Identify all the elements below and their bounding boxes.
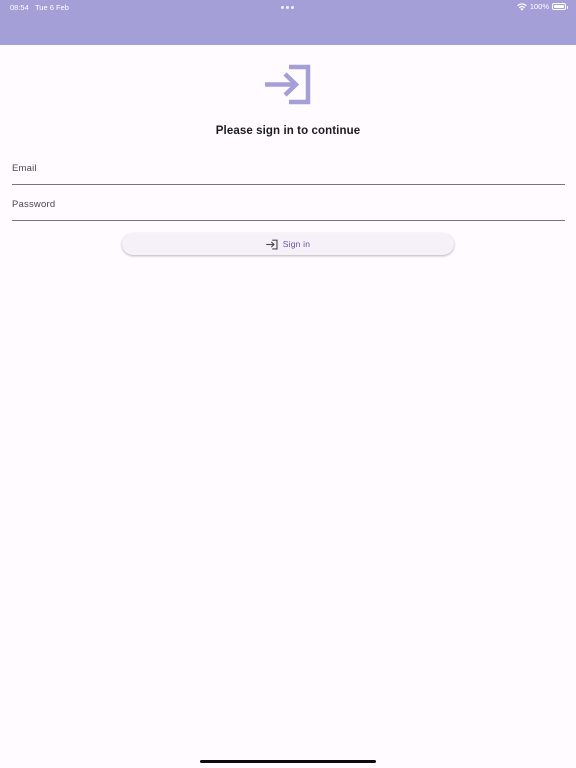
sign-in-screen: 08:54 Tue 6 Feb 100% Please sign in to c…: [0, 0, 576, 768]
password-field[interactable]: Password: [12, 193, 565, 221]
status-time: 08:54: [10, 3, 29, 12]
battery-percentage: 100%: [529, 2, 549, 11]
email-field[interactable]: Email: [12, 157, 565, 185]
wifi-icon: [516, 2, 527, 11]
battery-icon: [552, 3, 568, 10]
login-icon: [265, 64, 311, 105]
email-input[interactable]: [12, 157, 565, 184]
status-date: Tue 6 Feb: [35, 3, 69, 12]
login-icon: [266, 239, 278, 249]
app-bar: 08:54 Tue 6 Feb 100%: [0, 0, 576, 45]
multitasking-dots-icon[interactable]: [281, 6, 294, 9]
home-indicator[interactable]: [200, 760, 376, 763]
sign-in-button[interactable]: Sign in: [122, 233, 454, 255]
page-title: Please sign in to continue: [215, 125, 361, 137]
status-indicators: 100%: [516, 2, 568, 11]
password-input[interactable]: [12, 193, 565, 220]
status-bar: 08:54 Tue 6 Feb 100%: [0, 0, 576, 14]
sign-in-button-label: Sign in: [282, 239, 311, 249]
